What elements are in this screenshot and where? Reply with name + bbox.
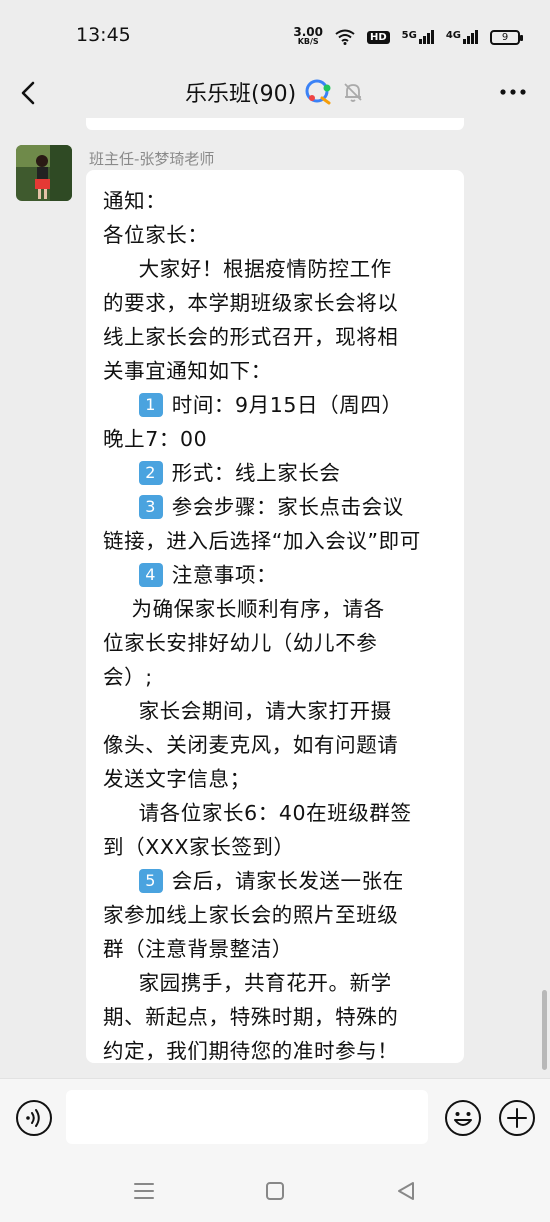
message-line: 链接，进入后选择“加入会议”即可 — [103, 524, 450, 558]
avatar[interactable] — [16, 145, 72, 201]
number-keycap-icon: 1 — [138, 393, 163, 417]
message-line: 到（XXX家长签到） — [103, 830, 450, 864]
message-line: 请各位家长6：40在班级群签 — [103, 796, 450, 830]
message-line: 3 参会步骤：家长点击会议 — [103, 490, 450, 524]
plus-icon[interactable] — [498, 1099, 536, 1137]
message-line: 家参加线上家长会的照片至班级 — [103, 898, 450, 932]
message-line: 像头、关闭麦克风，如有问题请 — [103, 728, 450, 762]
message-line: 2 形式：线上家长会 — [103, 456, 450, 490]
net-speed-unit: KB/S — [297, 37, 319, 46]
network-speed: 3.00 KB/S — [293, 25, 323, 47]
menu-icon[interactable] — [129, 1176, 159, 1206]
mute-bell-icon — [344, 83, 362, 102]
message-line-text: 像头、关闭麦克风，如有问题请 — [103, 733, 399, 757]
message-line: 通知： — [103, 184, 450, 218]
battery-icon: 9 — [490, 29, 523, 45]
message-line-text: 会后，请家长发送一张在 — [171, 869, 404, 893]
message-input[interactable] — [66, 1090, 428, 1144]
message-line: 位家长安排好幼儿（幼儿不参 — [103, 626, 450, 660]
message-line-text: 通知： — [103, 189, 167, 213]
signal-icon-sim1: 5G — [402, 30, 434, 44]
message-line: 大家好！根据疫情防控工作 — [103, 252, 450, 286]
back-nav-icon[interactable] — [391, 1176, 421, 1206]
chat-title: 乐乐班(90) — [185, 82, 297, 107]
message-line-text: 线上家长会的形式召开，现将相 — [103, 325, 399, 349]
message-line-text: 到（XXX家长签到） — [103, 835, 295, 859]
message-line-text: 参会步骤：家长点击会议 — [171, 495, 404, 519]
message-line-text: 晚上7：00 — [103, 427, 208, 451]
number-keycap-icon: 5 — [138, 869, 163, 893]
message-line: 关事宜通知如下： — [103, 354, 450, 388]
message-line-text: 时间：9月15日（周四） — [171, 393, 403, 417]
message-line-text: 大家好！根据疫情防控工作 — [103, 257, 392, 281]
status-time: 13:45 — [76, 24, 131, 46]
hd-badge: HD — [366, 30, 390, 44]
message-line: 晚上7：00 — [103, 422, 450, 456]
message-line-text: 的要求，本学期班级家长会将以 — [103, 291, 399, 315]
status-icons: 3.00 KB/S HD 5G 4G 9 — [293, 24, 523, 50]
message-line: 4 注意事项： — [103, 558, 450, 592]
voice-icon[interactable] — [15, 1099, 53, 1137]
message-line: 的要求，本学期班级家长会将以 — [103, 286, 450, 320]
input-bar — [0, 1078, 550, 1162]
sim2-label: 4G — [445, 30, 461, 41]
chat-header: 乐乐班(90) — [0, 72, 550, 122]
emoji-icon[interactable] — [444, 1099, 482, 1137]
message-line-text: 约定，我们期待您的准时参与！ — [103, 1039, 399, 1063]
previous-message-bubble — [86, 118, 464, 130]
message-line-text: 群（注意背景整洁） — [103, 937, 293, 961]
message-line: 发送文字信息； — [103, 762, 450, 796]
more-icon[interactable] — [498, 80, 528, 104]
net-speed-value: 3.00 — [293, 25, 323, 39]
message-bubble[interactable]: 通知： 各位家长： 大家好！根据疫情防控工作 的要求，本学期班级家长会将以 线上家长会… — [86, 170, 464, 1063]
message-line-text: 为确保家长顺利有序，请各 — [103, 597, 385, 621]
message-line: 家长会期间，请大家打开摄 — [103, 694, 450, 728]
message-line-text: 发送文字信息； — [103, 767, 251, 791]
number-keycap-icon: 3 — [138, 495, 163, 519]
message-line-text: 关事宜通知如下： — [103, 359, 272, 383]
message-line-text: 请各位家长6：40在班级群签 — [103, 801, 412, 825]
message-line: 期、新起点，特殊时期，特殊的 — [103, 1000, 450, 1034]
message-line-text: 家长会期间，请大家打开摄 — [103, 699, 392, 723]
message-line: 5 会后，请家长发送一张在 — [103, 864, 450, 898]
scrollbar[interactable] — [542, 990, 547, 1070]
wifi-icon — [335, 29, 355, 45]
back-icon[interactable] — [14, 78, 44, 108]
message-line: 群（注意背景整洁） — [103, 932, 450, 966]
message-line-text: 家参加线上家长会的照片至班级 — [103, 903, 399, 927]
status-bar: 13:45 3.00 KB/S HD 5G 4G 9 — [0, 0, 550, 72]
message-line-text: 链接，进入后选择“加入会议”即可 — [103, 529, 421, 553]
message-line-text: 期、新起点，特殊时期，特殊的 — [103, 1005, 399, 1029]
system-nav-bar — [0, 1162, 550, 1222]
message-line-text: 注意事项： — [171, 563, 278, 587]
message-line: 各位家长： — [103, 218, 450, 252]
battery-level: 9 — [501, 31, 509, 43]
home-icon[interactable] — [260, 1176, 290, 1206]
sim1-label: 5G — [401, 30, 417, 41]
message-line-text: 各位家长： — [103, 223, 209, 247]
signal-icon-sim2: 4G — [446, 30, 478, 44]
message-line: 1 时间：9月15日（周四） — [103, 388, 450, 422]
message-line-text: 会）; — [103, 665, 153, 689]
message-line-text: 位家长安排好幼儿（幼儿不参 — [103, 631, 378, 655]
sender-name: 班主任-张梦琦老师 — [89, 150, 215, 168]
chat-title-group: 乐乐班(90) — [185, 76, 364, 108]
message-line: 线上家长会的形式召开，现将相 — [103, 320, 450, 354]
message-line: 约定，我们期待您的准时参与！ — [103, 1034, 450, 1068]
number-keycap-icon: 2 — [138, 461, 163, 485]
group-chat-icon[interactable] — [304, 78, 334, 106]
number-keycap-icon: 4 — [138, 563, 163, 587]
message-line: 为确保家长顺利有序，请各 — [103, 592, 450, 626]
message-line-text: 家园携手，共育花开。新学 — [103, 971, 392, 995]
message-line: 家园携手，共育花开。新学 — [103, 966, 450, 1000]
message-line-text: 形式：线上家长会 — [171, 461, 341, 485]
message-line: 会）; — [103, 660, 450, 694]
